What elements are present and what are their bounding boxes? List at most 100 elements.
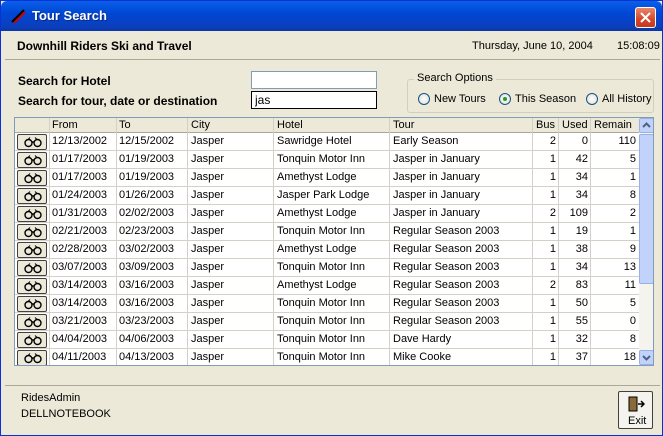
column-header-used[interactable]: Used [562,119,588,131]
cell-used: 34 [575,189,588,201]
cell-remain: 0 [629,315,636,327]
row-view-button[interactable] [17,260,47,276]
row-view-button[interactable] [17,152,47,168]
cell-from: 03/21/2003 [52,315,108,327]
column-divider [273,118,274,365]
cell-used: 19 [575,225,588,237]
row-view-button[interactable] [17,296,47,312]
cell-from: 01/24/2003 [52,189,108,201]
cell-bus: 1 [549,297,556,309]
row-view-button[interactable] [17,170,47,186]
cell-used: 55 [575,315,588,327]
cell-hotel: Amethyst Lodge [277,279,357,291]
row-view-button[interactable] [17,134,47,150]
cell-bus: 1 [549,153,556,165]
hotel-search-input[interactable] [251,71,377,89]
cell-from: 04/04/2003 [52,333,108,345]
scroll-thumb[interactable] [639,134,653,284]
binoculars-icon [24,245,42,256]
table-row[interactable]: 03/14/2003 03/16/2003 Jasper Amethyst Lodge… [15,277,639,295]
scroll-up-button[interactable] [639,118,653,133]
status-footer: RidesAdmin DELLNOTEBOOK Exit [5,385,660,433]
radio-button[interactable] [586,93,598,105]
column-divider [49,118,50,365]
column-header-bus[interactable]: Bus [536,119,555,131]
cell-hotel: Tonquin Motor Inn [277,351,366,363]
table-row[interactable]: 01/24/2003 01/26/2003 Jasper Jasper Park Lo… [15,187,639,205]
cell-city: Jasper [191,225,225,237]
column-header-city[interactable]: City [191,119,210,131]
exit-button[interactable]: Exit [618,391,653,429]
row-view-button[interactable] [17,314,47,330]
cell-to: 03/02/2003 [119,243,175,255]
cell-city: Jasper [191,261,225,273]
radio-button-selected[interactable] [499,93,511,105]
table-row[interactable]: 03/21/2003 03/23/2003 Jasper Tonquin Motor … [15,313,639,331]
cell-city: Jasper [191,351,225,363]
table-row[interactable]: 12/13/2002 12/15/2002 Jasper Sawridge Hotel… [15,133,639,151]
tour-search-input[interactable] [251,91,377,109]
radio-button[interactable] [418,93,430,105]
cell-tour: Regular Season 2003 [393,279,500,291]
cell-used: 34 [575,171,588,183]
cell-used: 0 [581,135,588,147]
column-header-remain[interactable]: Remain [594,119,632,131]
title-bar[interactable]: Tour Search [1,1,662,31]
company-name: Downhill Riders Ski and Travel [17,39,192,53]
table-row[interactable]: 04/11/2003 04/13/2003 Jasper Tonquin Motor … [15,349,639,365]
table-row[interactable]: 01/17/2003 01/19/2003 Jasper Amethyst Lodge… [15,169,639,187]
table-row[interactable]: 04/04/2003 04/06/2003 Jasper Tonquin Motor … [15,331,639,349]
radio-all-history[interactable]: All History [586,93,652,105]
row-view-button[interactable] [17,242,47,258]
cell-tour: Regular Season 2003 [393,243,500,255]
table-row[interactable]: 03/14/2003 03/16/2003 Jasper Tonquin Motor … [15,295,639,313]
grid-header: From To City Hotel Tour Bus Used Remain [15,118,639,133]
table-row[interactable]: 02/21/2003 02/23/2003 Jasper Tonquin Motor … [15,223,639,241]
column-divider [187,118,188,365]
cell-remain: 11 [624,279,636,291]
radio-new-tours[interactable]: New Tours [418,93,486,105]
column-header-tour[interactable]: Tour [393,119,414,131]
row-view-button[interactable] [17,350,47,365]
cell-remain: 8 [629,333,636,345]
cell-bus: 2 [549,207,556,219]
cell-used: 32 [575,333,588,345]
cell-from: 04/11/2003 [52,351,107,363]
cell-hotel: Tonquin Motor Inn [277,153,366,165]
cell-used: 50 [575,297,588,309]
binoculars-icon [24,173,42,184]
row-view-button[interactable] [17,332,47,348]
row-view-button[interactable] [17,188,47,204]
row-view-button[interactable] [17,206,47,222]
row-view-button[interactable] [17,224,47,240]
table-row[interactable]: 02/28/2003 03/02/2003 Jasper Amethyst Lodge… [15,241,639,259]
close-icon [640,12,651,23]
close-button[interactable] [635,7,656,28]
cell-tour: Jasper in January [393,189,480,201]
exit-label: Exit [628,415,647,427]
radio-this-season[interactable]: This Season [499,93,576,105]
column-header-to[interactable]: To [119,119,131,131]
row-view-button[interactable] [17,278,47,294]
binoculars-icon [24,137,42,148]
column-header-hotel[interactable]: Hotel [277,119,303,131]
cell-used: 37 [575,351,588,363]
table-row[interactable]: 01/31/2003 02/02/2003 Jasper Amethyst Lodge… [15,205,639,223]
cell-used: 83 [575,279,588,291]
scroll-down-button[interactable] [639,350,653,365]
table-row[interactable]: 03/07/2003 03/09/2003 Jasper Tonquin Motor … [15,259,639,277]
vertical-scrollbar[interactable] [639,118,653,365]
cell-bus: 1 [549,351,556,363]
cell-from: 03/14/2003 [52,297,108,309]
tour-search-window: Tour Search Downhill Riders Ski and Trav… [0,0,663,436]
header-strip: Downhill Riders Ski and Travel Thursday,… [5,32,660,60]
results-grid[interactable]: From To City Hotel Tour Bus Used Remain … [14,117,654,366]
column-header-from[interactable]: From [52,119,78,131]
table-row[interactable]: 01/17/2003 01/19/2003 Jasper Tonquin Motor … [15,151,639,169]
cell-tour: Jasper in January [393,153,480,165]
cell-to: 02/02/2003 [119,207,175,219]
chevron-up-icon [642,122,651,128]
cell-remain: 2 [629,207,636,219]
cell-remain: 5 [629,297,636,309]
column-divider [389,118,390,365]
